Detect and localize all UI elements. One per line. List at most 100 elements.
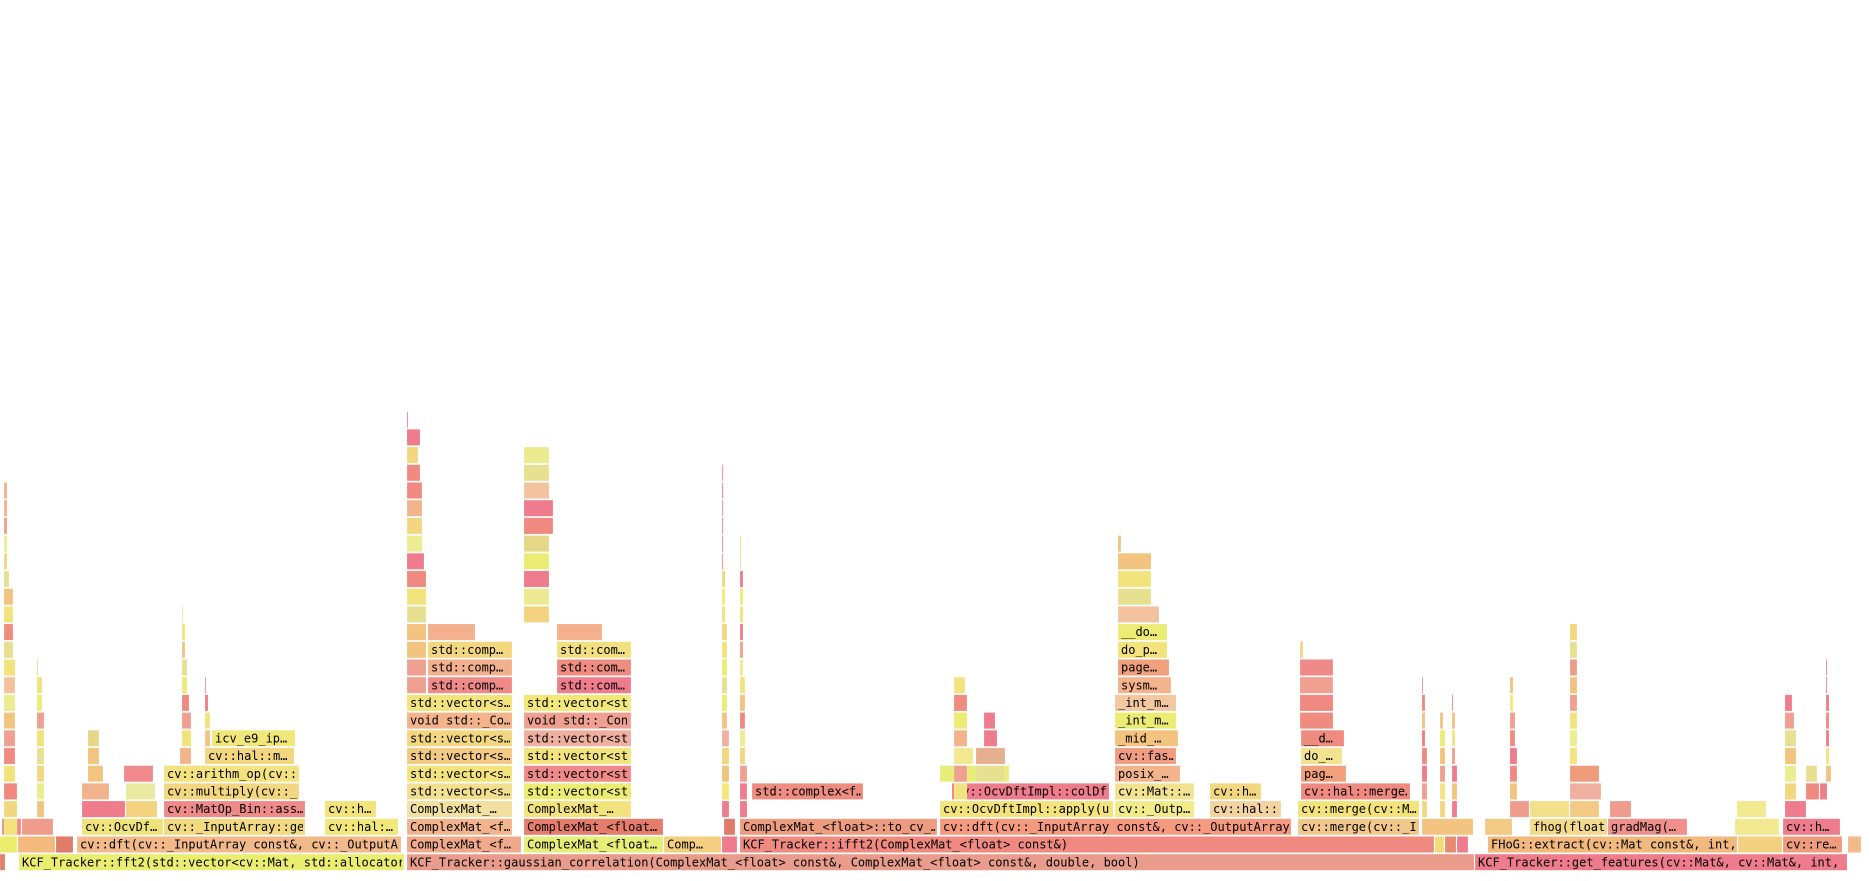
frame[interactable]: KCF_Tracker::gaussian_correlation(Comple… xyxy=(406,853,1475,871)
frame[interactable] xyxy=(1825,676,1828,694)
frame-rect[interactable] xyxy=(181,712,192,729)
frame[interactable] xyxy=(523,552,550,570)
frame-rect[interactable] xyxy=(523,464,550,482)
frame-rect[interactable] xyxy=(181,729,192,747)
frame[interactable] xyxy=(1451,783,1458,800)
frame[interactable]: cv::MatOp_Bin::ass… xyxy=(163,800,306,818)
frame[interactable] xyxy=(1117,535,1122,552)
frame-rect[interactable] xyxy=(739,641,744,659)
frame[interactable] xyxy=(1421,712,1426,729)
frame-rect[interactable] xyxy=(1529,800,1570,818)
frame-rect[interactable] xyxy=(181,676,188,694)
frame-rect[interactable] xyxy=(181,641,186,659)
frame[interactable] xyxy=(1439,712,1444,729)
frame-rect[interactable] xyxy=(1569,676,1578,694)
frame[interactable] xyxy=(1847,836,1862,853)
frame[interactable] xyxy=(739,641,744,659)
frame-rect[interactable] xyxy=(953,676,966,694)
frame-rect[interactable] xyxy=(721,499,724,517)
frame-rect[interactable] xyxy=(721,694,728,712)
frame-rect[interactable] xyxy=(3,729,16,747)
frame-rect[interactable] xyxy=(1784,800,1807,818)
frame[interactable] xyxy=(87,747,100,765)
frame[interactable]: FHoG::extract(cv::Mat const&, int, xyxy=(1487,836,1738,853)
frame[interactable] xyxy=(721,482,724,499)
frame-rect[interactable] xyxy=(3,588,14,606)
frame-rect[interactable] xyxy=(1421,800,1428,818)
frame-rect[interactable] xyxy=(55,836,74,853)
frame-rect[interactable] xyxy=(3,676,16,694)
frame[interactable] xyxy=(36,765,45,783)
frame-rect[interactable] xyxy=(983,712,996,729)
frame[interactable] xyxy=(181,659,188,676)
frame-rect[interactable] xyxy=(1825,676,1828,694)
frame[interactable] xyxy=(523,517,554,535)
frame-rect[interactable] xyxy=(1439,765,1446,783)
frame-rect[interactable] xyxy=(1439,800,1446,818)
frame-rect[interactable] xyxy=(1421,694,1426,712)
frame[interactable] xyxy=(81,800,126,818)
frame[interactable] xyxy=(1299,659,1334,676)
frame-rect[interactable] xyxy=(739,552,742,570)
frame[interactable] xyxy=(406,517,423,535)
frame[interactable] xyxy=(406,570,427,588)
frame[interactable] xyxy=(406,464,421,482)
frame[interactable] xyxy=(1569,623,1578,641)
frame-rect[interactable] xyxy=(739,694,746,712)
frame-rect[interactable] xyxy=(36,694,43,712)
frame-rect[interactable] xyxy=(406,482,423,499)
frame[interactable] xyxy=(1117,552,1152,570)
frame-rect[interactable] xyxy=(204,694,209,712)
frame-rect[interactable] xyxy=(739,623,744,641)
frame-rect[interactable] xyxy=(406,570,427,588)
frame-rect[interactable] xyxy=(181,606,184,623)
frame[interactable] xyxy=(953,729,968,747)
frame[interactable] xyxy=(36,712,45,729)
frame[interactable]: void std::_Con xyxy=(523,712,632,729)
frame[interactable] xyxy=(3,676,16,694)
frame-rect[interactable] xyxy=(1736,800,1767,818)
frame[interactable] xyxy=(3,765,16,783)
frame-rect[interactable] xyxy=(1421,729,1426,747)
frame[interactable]: cv::merge(cv::M… xyxy=(1297,800,1420,818)
frame[interactable] xyxy=(1737,836,1783,853)
frame-rect[interactable] xyxy=(739,712,746,729)
frame[interactable] xyxy=(3,570,10,588)
frame-rect[interactable] xyxy=(953,712,968,729)
frame[interactable]: _mid_… xyxy=(1114,729,1179,747)
frame-rect[interactable] xyxy=(1569,800,1600,818)
frame-rect[interactable] xyxy=(1421,783,1428,800)
frame[interactable] xyxy=(179,747,192,765)
frame-rect[interactable] xyxy=(21,818,54,836)
frame-rect[interactable] xyxy=(406,588,427,606)
frame[interactable] xyxy=(125,783,156,800)
frame-rect[interactable] xyxy=(17,836,56,853)
frame[interactable] xyxy=(1784,712,1795,729)
frame[interactable] xyxy=(406,588,427,606)
frame[interactable]: cv::h… xyxy=(1209,783,1262,800)
frame-rect[interactable] xyxy=(739,676,746,694)
frame[interactable] xyxy=(975,765,1006,783)
frame-rect[interactable] xyxy=(739,535,742,552)
frame-rect[interactable] xyxy=(739,800,748,818)
frame[interactable] xyxy=(36,747,45,765)
frame[interactable] xyxy=(721,535,724,552)
frame-rect[interactable] xyxy=(1509,694,1514,712)
frame[interactable] xyxy=(406,411,409,429)
frame-rect[interactable] xyxy=(36,800,45,818)
frame-rect[interactable] xyxy=(1569,747,1578,765)
frame-rect[interactable] xyxy=(125,783,156,800)
frame[interactable] xyxy=(1569,676,1578,694)
frame[interactable] xyxy=(739,694,746,712)
frame[interactable] xyxy=(81,783,110,800)
frame-rect[interactable] xyxy=(36,765,45,783)
frame[interactable] xyxy=(1825,747,1830,765)
frame[interactable]: cv::h… xyxy=(1782,818,1841,836)
frame[interactable]: cv::fas… xyxy=(1114,747,1177,765)
frame-rect[interactable] xyxy=(406,606,427,623)
frame[interactable] xyxy=(1421,765,1428,783)
frame-rect[interactable] xyxy=(406,623,427,641)
frame[interactable]: ComplexMat_<float>::to_cv_… xyxy=(739,818,938,836)
frame[interactable] xyxy=(1569,712,1578,729)
frame[interactable] xyxy=(406,641,427,659)
